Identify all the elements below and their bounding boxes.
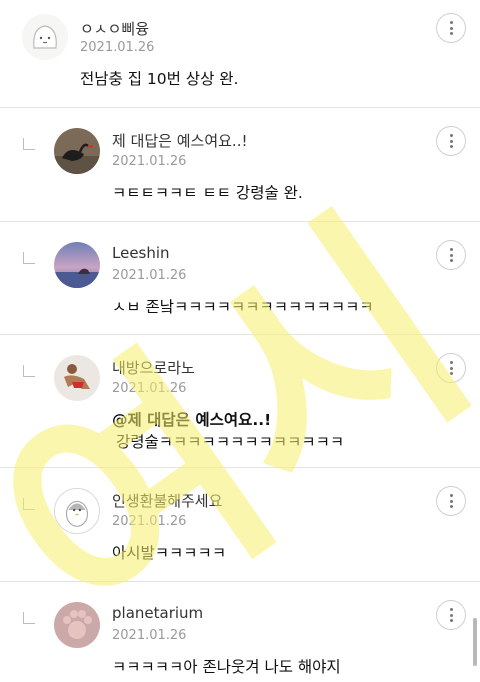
comment-date: 2021.01.26	[112, 268, 187, 283]
vertical-dots-icon	[449, 608, 453, 622]
reply-item: 제 대답은 예스여요..! 2021.01.26 ㅋㅌㅌㅋㅋㅌ ㅌㅌ 강령술 완…	[0, 108, 480, 222]
comment-author[interactable]: 제 대답은 예스여요..!	[112, 130, 248, 151]
more-options-button[interactable]	[436, 600, 466, 630]
more-options-button[interactable]	[436, 240, 466, 270]
vertical-dots-icon	[449, 494, 453, 508]
scrollbar[interactable]	[473, 618, 477, 666]
reply-arrow-icon	[23, 498, 35, 510]
comment-text: 강령술ㅋㅋㅋㅋㅋㅋㅋㅋㅋㅋㅋㅋㅋ	[116, 433, 345, 451]
more-options-button[interactable]	[436, 486, 466, 516]
comment-text: 아시발ㅋㅋㅋㅋㅋ	[112, 544, 227, 562]
reply-arrow-icon	[23, 612, 35, 624]
reply-item: 인생환불해주세요 2021.01.26 아시발ㅋㅋㅋㅋㅋ	[0, 468, 480, 582]
more-options-button[interactable]	[436, 353, 466, 383]
comment-date: 2021.01.26	[112, 381, 187, 396]
comment-date: 2021.01.26	[112, 628, 187, 643]
reply-item: planetarium 2021.01.26 ㅋㅋㅋㅋㅋ아 존나웃겨 나도 해야…	[0, 582, 480, 682]
comment-author[interactable]: ㅇㅅㅇ삐융	[80, 18, 149, 39]
more-options-button[interactable]	[436, 13, 466, 43]
comment-item: ㅇㅅㅇ삐융 2021.01.26 전남충 집 10번 상상 완.	[0, 0, 480, 108]
ghost-character-avatar[interactable]	[22, 14, 68, 60]
comment-date: 2021.01.26	[80, 40, 155, 55]
comment-date: 2021.01.26	[112, 514, 187, 529]
vertical-dots-icon	[449, 134, 453, 148]
comment-text: ㅅㅂ 존낰ㅋㅋㅋㅋㅋㅋㅋㅋㅋㅋㅋㅋㅋㅋ	[112, 298, 374, 316]
vertical-dots-icon	[449, 21, 453, 35]
black-swan-photo-avatar[interactable]	[54, 128, 100, 174]
sunset-lake-avatar[interactable]	[54, 242, 100, 288]
comment-author[interactable]: planetarium	[112, 604, 203, 622]
vertical-dots-icon	[449, 248, 453, 262]
comment-text: ㅋㅋㅋㅋㅋ아 존나웃겨 나도 해야지	[112, 658, 341, 676]
reply-arrow-icon	[23, 138, 35, 150]
comment-author[interactable]: 내방으로라노	[112, 357, 195, 378]
comment-author[interactable]: 인생환불해주세요	[112, 490, 222, 511]
comment-date: 2021.01.26	[112, 154, 187, 169]
comment-author[interactable]: Leeshin	[112, 244, 170, 262]
reply-item: Leeshin 2021.01.26 ㅅㅂ 존낰ㅋㅋㅋㅋㅋㅋㅋㅋㅋㅋㅋㅋㅋㅋ	[0, 222, 480, 335]
mention-text[interactable]: @제 대답은 예스여요..!	[112, 409, 271, 432]
reply-arrow-icon	[23, 365, 35, 377]
reply-arrow-icon	[23, 252, 35, 264]
vertical-dots-icon	[449, 361, 453, 375]
penguin-character-avatar[interactable]	[54, 488, 100, 534]
person-in-red-avatar[interactable]	[54, 355, 100, 401]
comment-text: ㅋㅌㅌㅋㅋㅌ ㅌㅌ 강령술 완.	[112, 184, 303, 202]
pink-paw-avatar[interactable]	[54, 602, 100, 648]
comment-text: 전남충 집 10번 상상 완.	[80, 70, 239, 88]
more-options-button[interactable]	[436, 126, 466, 156]
reply-item: 내방으로라노 2021.01.26 @제 대답은 예스여요..! 강령술ㅋㅋㅋㅋ…	[0, 335, 480, 468]
